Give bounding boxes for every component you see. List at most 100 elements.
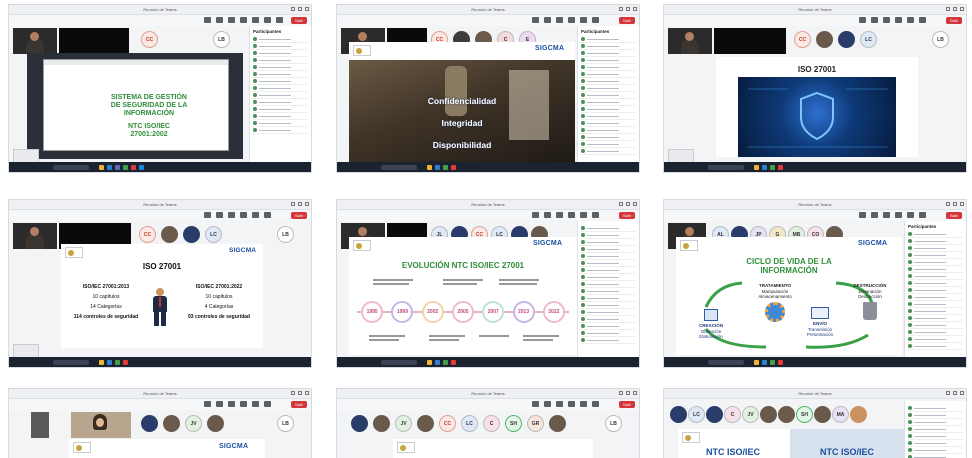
video-tile[interactable]	[13, 28, 57, 54]
mic-icon[interactable]	[264, 17, 271, 23]
window-controls[interactable]	[291, 7, 309, 11]
shared-slide: SIGCMA Confidencialidad Integridad Dispo…	[349, 42, 575, 163]
stage-text: Presentación	[806, 332, 834, 337]
shared-slide: NTC ISO/IEC NTC ISO/IEC	[678, 429, 904, 458]
view-icon[interactable]	[240, 17, 247, 23]
leave-button[interactable]: Salir	[946, 212, 962, 219]
meeting-screenshot-7: Reunión de Teams Salir JV LB SIGCMA	[8, 388, 312, 458]
avatar[interactable]: LB	[932, 31, 949, 48]
leave-button[interactable]: Salir	[291, 17, 307, 24]
avatar[interactable]: CC	[139, 226, 156, 243]
avatar[interactable]: C	[724, 406, 741, 423]
video-tile[interactable]	[668, 28, 712, 54]
window-controls[interactable]	[291, 391, 309, 395]
window-controls[interactable]	[946, 202, 964, 206]
video-tile[interactable]	[59, 28, 129, 54]
window-titlebar: Reunión de Teams	[9, 5, 311, 15]
window-title: Reunión de Teams	[798, 202, 832, 207]
participant-strip: CC LC LB	[664, 26, 966, 54]
shared-slide: SIGCMA EVOLUCIÓN NTC ISO/IEC 27001 1995 1…	[349, 237, 577, 355]
shield-icon	[748, 88, 888, 148]
react-icon[interactable]	[228, 17, 235, 23]
meeting-toolbar: Salir	[337, 399, 639, 410]
meeting-screenshot-6: Reunión de Teams Salir AL JP G MB CO Par…	[663, 199, 967, 368]
timeline-year: 2013	[512, 301, 535, 323]
avatar[interactable]: LC	[860, 31, 877, 48]
timeline-year: 2002	[421, 301, 444, 323]
stage-text: Almacenamiento	[758, 294, 792, 299]
participants-panel: Participantes	[904, 221, 966, 357]
window-controls[interactable]	[946, 7, 964, 11]
avatar[interactable]: C	[483, 415, 500, 432]
avatar[interactable]: GR	[527, 415, 544, 432]
video-tile[interactable]	[714, 28, 786, 54]
principle-label: Confidencialidad	[427, 96, 497, 106]
leave-button[interactable]: Salir	[291, 212, 307, 219]
maximize-icon[interactable]	[298, 7, 302, 11]
window-controls[interactable]	[946, 391, 964, 395]
meeting-screenshot-9: Reunión de Teams LC C JV SH MA NTC ISO/I…	[663, 388, 967, 458]
timeline-year: 2005	[452, 301, 474, 323]
window-controls[interactable]	[619, 7, 637, 11]
meeting-toolbar: Salir	[337, 15, 639, 26]
slide-brand: SIGCMA	[533, 240, 563, 247]
avatar[interactable]: CC	[141, 31, 158, 48]
meeting-toolbar: Salir	[9, 15, 311, 26]
leave-button[interactable]: Salir	[619, 401, 635, 408]
timeline-year: 2007	[482, 301, 505, 323]
close-icon[interactable]	[305, 7, 309, 11]
participants-panel	[577, 221, 639, 357]
slide-logo	[353, 45, 371, 56]
slide-subtitle-line: NTC ISO/IEC	[127, 123, 170, 130]
window-titlebar: Reunión de Teams	[337, 389, 639, 399]
taskbar-search[interactable]	[53, 164, 89, 170]
slide-brand: SIGCMA	[535, 45, 565, 52]
window-controls[interactable]	[291, 202, 309, 206]
chat-icon[interactable]	[204, 17, 211, 23]
meeting-screenshot-5: Reunión de Teams Salir JL CC LC SIGCMA E…	[336, 199, 640, 368]
avatar[interactable]: JV	[185, 415, 202, 432]
window-titlebar: Reunión de Teams	[9, 389, 311, 399]
leave-button[interactable]: Salir	[619, 212, 635, 219]
version-item: 93 controles de seguridad	[188, 314, 250, 320]
avatar[interactable]: SH	[796, 406, 813, 423]
leave-button[interactable]: Salir	[619, 17, 635, 24]
avatar[interactable]: LB	[277, 226, 294, 243]
trash-icon	[863, 301, 877, 320]
slide-title-line: INFORMACIÓN	[123, 110, 175, 117]
minimize-icon[interactable]	[291, 7, 295, 11]
avatar[interactable]: MA	[832, 406, 849, 423]
slide-title: NTC ISO/IEC	[819, 447, 874, 457]
avatar[interactable]: JV	[395, 415, 412, 432]
window-controls[interactable]	[619, 202, 637, 206]
share-icon[interactable]	[276, 17, 283, 23]
avatar[interactable]: LC	[688, 406, 705, 423]
participants-panel: Participantes	[249, 26, 311, 162]
avatar[interactable]: CC	[439, 415, 456, 432]
video-tile[interactable]	[31, 412, 49, 438]
meeting-toolbar: Salir	[337, 210, 639, 221]
leave-button[interactable]: Salir	[291, 401, 307, 408]
avatar[interactable]: LB	[277, 415, 294, 432]
window-controls[interactable]	[619, 391, 637, 395]
participants-panel	[904, 401, 966, 458]
shared-slide	[393, 439, 593, 458]
avatar[interactable]: SH	[505, 415, 522, 432]
shared-slide: SIGCMA ISO 27001 ISO/IEC 27001:2013 10 c…	[61, 244, 263, 348]
meeting-screenshot-3: Reunión de Teams Salir CC LC LB ISO 2700…	[663, 4, 967, 173]
meeting-toolbar: Salir	[664, 15, 966, 26]
camera-icon[interactable]	[252, 17, 259, 23]
avatar[interactable]: LB	[605, 415, 622, 432]
people-icon[interactable]	[216, 17, 223, 23]
avatar[interactable]: LC	[461, 415, 478, 432]
leave-button[interactable]: Salir	[946, 17, 962, 24]
avatar[interactable]: CC	[794, 31, 811, 48]
windows-taskbar	[337, 162, 639, 172]
video-tile[interactable]	[71, 412, 131, 438]
avatar[interactable]: LB	[213, 31, 230, 48]
avatar[interactable]: JV	[742, 406, 759, 423]
avatar[interactable]: LC	[205, 226, 222, 243]
video-tile[interactable]	[13, 223, 57, 249]
version-heading: ISO/IEC 27001:2022	[195, 284, 243, 290]
version-item: 14 Categorías	[90, 304, 122, 310]
